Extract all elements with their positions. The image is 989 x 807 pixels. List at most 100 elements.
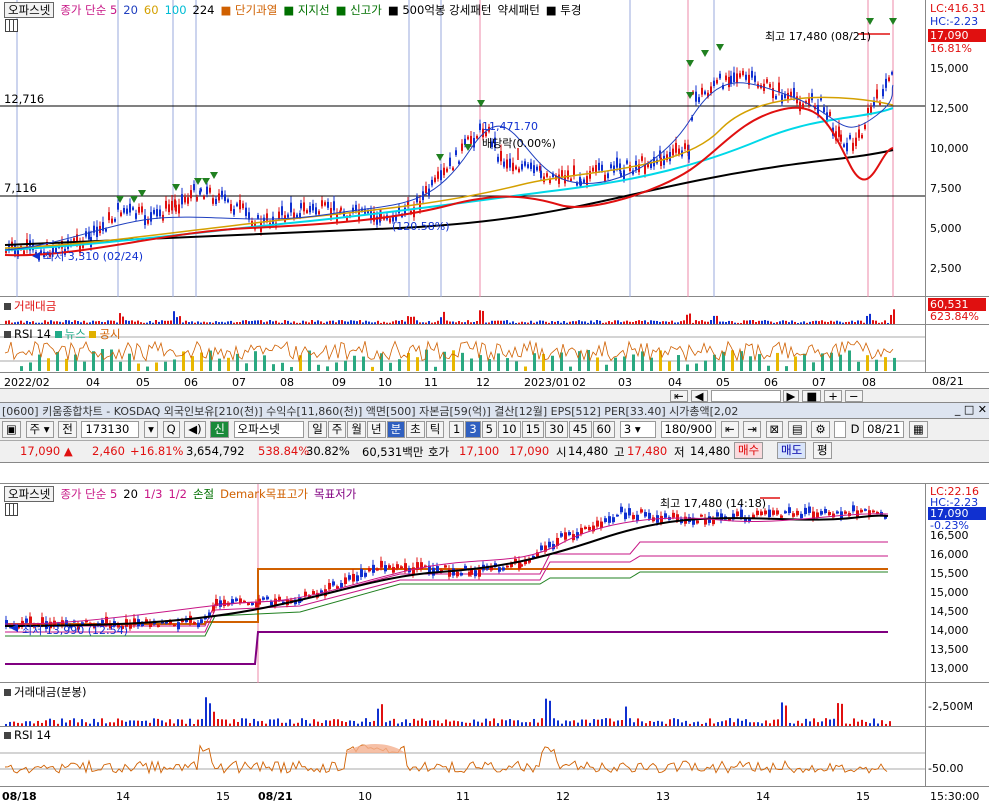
period-button[interactable]: 월 [347,421,366,438]
volume-bar [188,322,190,324]
table-icon[interactable]: ▤ [787,421,807,438]
zoom-in-button[interactable]: + [824,390,842,402]
bottom-price-axis[interactable]: LC:22.16 HC:-2.23 17,090 -0.23% 16,500 16… [925,483,989,683]
bottom-volume-pane[interactable]: 거래대금(분봉) [0,683,925,727]
volume-bar [801,723,803,726]
volume-bar [365,718,367,726]
date-checkbox[interactable] [834,421,846,438]
volume-bar [737,718,739,726]
scroll-track[interactable] [710,390,781,402]
interval-button[interactable]: 1 [449,421,465,438]
chart-menu-button[interactable]: ▣ [2,421,21,438]
x-axis-label: 11 [424,376,438,389]
period-button[interactable]: 틱 [425,421,445,438]
top-legend-item[interactable]: 오파스넷 [4,2,55,18]
sell-button[interactable]: 매도 [777,442,807,459]
stock-code-input[interactable]: 173130 [81,421,140,438]
buy-button[interactable]: 매수 [734,442,764,459]
volume-bar [806,322,808,324]
top-legend-item: ■ 투경 [545,3,582,17]
bottom-legend-item[interactable]: 오파스넷 [4,486,55,502]
interval-button[interactable]: 60 [592,421,616,438]
scroll-controls[interactable]: ⇤ ◀ ▶ ■ + − [670,390,864,402]
interval-button[interactable]: 30 [545,421,568,438]
news-bar [488,359,491,371]
top-volume-pane[interactable]: 거래대금 [0,297,925,325]
tool-icon-3[interactable]: ⊠ [765,421,784,438]
candle-body [583,179,585,183]
period-button[interactable]: 일 [308,421,327,438]
volume-bar [140,322,142,324]
chart-type-select[interactable]: 주 ▾ [25,421,54,438]
count-input[interactable]: 180/900 [660,421,717,438]
volume-bar [57,723,59,726]
demark-high-line [5,568,888,625]
period-button[interactable]: 초 [406,421,425,438]
minimize-icon[interactable]: _ [955,403,961,416]
interval-select[interactable]: 3 ▾ [619,421,656,438]
news-bar [173,359,176,371]
stop-button[interactable]: ■ [802,390,822,402]
period-button[interactable]: 분 [386,421,406,438]
stock-name-field[interactable]: 오파스넷 [233,421,304,438]
top-rsi-pane[interactable]: RSI 14 뉴스 공시 [0,325,925,373]
code-dropdown-icon[interactable]: ▾ [144,421,158,438]
chart-scope-button[interactable]: 전 [58,421,77,438]
bottom-price-pane[interactable]: 오파스넷 종가 단순 5 20 1/3 1/2 손절 Demark목표고가 목표저가 최고 1… [0,483,925,684]
mid-price-annotation: 11,471.70 [482,120,538,133]
candle-body [616,514,619,517]
volume-bar [170,320,172,324]
scroll-prev-button[interactable]: ◀ [690,390,708,402]
search-icon[interactable]: Q [162,421,180,438]
sound-icon[interactable]: ◀) [184,421,206,438]
volume-bar [317,320,319,324]
news-bar [335,362,338,371]
candle-body [497,156,499,162]
volume-bar [741,720,743,726]
top-price-axis[interactable]: LC:416.31 HC:-2.23 17,090 16.81% 15,000 1… [925,0,989,297]
scroll-first-button[interactable]: ⇤ [670,390,688,402]
maximize-icon[interactable]: □ [964,403,974,416]
tool-icon-1[interactable]: ⇤ [720,421,739,438]
tool-icon-2[interactable]: ⇥ [743,421,761,438]
interval-button[interactable]: 3 [465,421,481,438]
scroll-next-button[interactable]: ▶ [782,390,800,402]
interval-button[interactable]: 5 [481,421,497,438]
period-button[interactable]: 년 [366,421,386,438]
news-bar [515,361,518,371]
volume-bar [773,322,775,324]
volume-bar [689,723,691,726]
volume-bar [272,321,274,324]
top-scroll-bar[interactable]: ⇤ ◀ ▶ ■ + − [0,389,989,403]
candle-body [780,515,783,518]
candle-body [203,196,205,199]
candle-body [596,520,599,527]
grid-settings-icon[interactable] [5,19,18,32]
gear-icon[interactable]: ⚙ [811,421,830,438]
top-price-pane[interactable]: 오파스넷 종가 단순 5 20 60 100 224 ■ 단기과열 ■ 지지선 ■ 신고가 ■ 5… [0,0,925,297]
candle-body [628,508,631,516]
volume-bar [117,718,119,726]
volume-bar [845,322,847,324]
period-button[interactable]: 주 [327,421,347,438]
volume-bar [281,322,283,324]
calendar-icon[interactable]: ▦ [908,421,928,438]
volume-bar [149,321,151,324]
bottom-rsi-pane[interactable]: RSI 14 [0,727,925,787]
quote-ask1: 17,100 [459,444,500,458]
interval-button[interactable]: 10 [497,421,521,438]
close-icon[interactable]: ✕ [978,403,987,416]
interval-button[interactable]: 15 [521,421,545,438]
zoom-out-button[interactable]: − [844,390,863,402]
volume-bar [273,719,275,726]
bottom-grid-settings-icon[interactable] [5,503,18,516]
date-input[interactable]: 08/21 [863,421,905,438]
volume-bar [105,723,107,726]
avg-button[interactable]: 평 [813,442,832,459]
interval-button[interactable]: 45 [568,421,592,438]
window-controls[interactable]: _ □ ✕ [950,403,987,416]
volume-bar [278,322,280,324]
candle-body [512,162,514,172]
candle-body [713,80,715,87]
news-bar [74,354,77,371]
